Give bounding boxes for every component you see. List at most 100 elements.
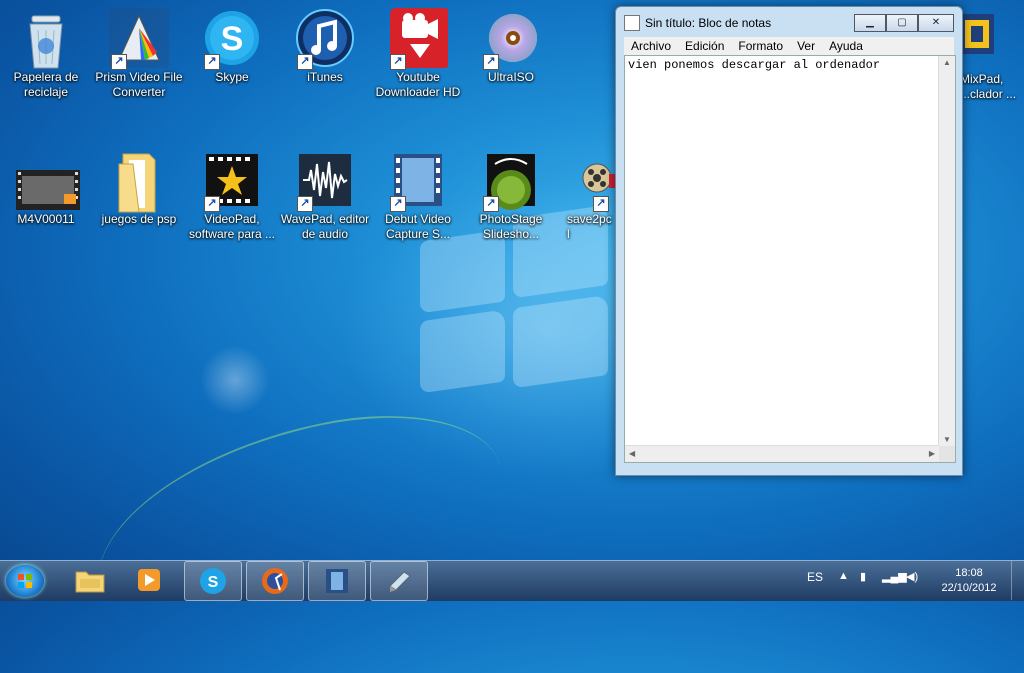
prism-icon: ↗ — [109, 8, 169, 70]
ultraiso-icon: ↗ — [481, 8, 541, 70]
desktop-icon-label: save2pc l — [567, 212, 612, 241]
shortcut-arrow-icon: ↗ — [111, 54, 127, 70]
taskbar-debut[interactable] — [308, 561, 366, 601]
desktop-icon-label: Skype — [215, 70, 249, 84]
shortcut-arrow-icon: ↗ — [483, 54, 499, 70]
notepad-icon — [389, 571, 411, 592]
desktop-icon-label: Debut Video Capture S... — [385, 212, 451, 241]
notepad-icon — [624, 15, 640, 31]
debut-icon: ↗ — [388, 150, 448, 212]
itunes-icon: ↗ — [295, 8, 355, 70]
start-button[interactable] — [6, 565, 44, 597]
network-icon[interactable]: ▂▄▆ — [882, 570, 907, 583]
scroll-down-arrow-icon[interactable]: ▼ — [943, 435, 951, 444]
menu-ver[interactable]: Ver — [790, 37, 822, 55]
desktop-icon-label: Papelera de reciclaje — [13, 70, 79, 99]
tray-show-hidden-icon[interactable]: ▲ — [838, 570, 849, 582]
taskbar-media-player[interactable] — [121, 561, 177, 599]
desktop-icon-ultraiso[interactable]: ↗ UltraISO — [465, 8, 557, 85]
skype-icon: S — [200, 568, 226, 594]
taskbar-notepad[interactable] — [370, 561, 428, 601]
youtube-downloader-icon: ↗ — [388, 8, 450, 70]
videopad-icon: ↗ — [202, 150, 262, 212]
desktop-icon-wavepad[interactable]: ↗ WavePad, editor de audio — [279, 150, 371, 242]
desktop-icon-label: PhotoStage Slidesho... — [479, 212, 543, 241]
taskbar-explorer[interactable] — [62, 561, 118, 599]
editor-text: vien ponemos descargar al ordenador — [628, 58, 881, 72]
svg-text:S: S — [221, 20, 244, 58]
shortcut-arrow-icon: ↗ — [204, 54, 220, 70]
desktop-icon-itunes[interactable]: ↗ iTunes — [279, 8, 371, 85]
scroll-up-arrow-icon[interactable]: ▲ — [943, 58, 951, 67]
wallpaper-swoosh — [73, 388, 527, 673]
desktop-icon-videopad[interactable]: ↗ VideoPad, software para ... — [186, 150, 278, 242]
desktop-icon-prism[interactable]: ↗ Prism Video File Converter — [93, 8, 185, 100]
menu-bar: Archivo Edición Formato Ver Ayuda — [624, 37, 954, 55]
window-title: Sin título: Bloc de notas — [645, 16, 772, 30]
clock-date: 22/10/2012 — [941, 582, 997, 594]
photostage-icon: ↗ — [481, 150, 541, 212]
folder-icon — [75, 571, 105, 593]
desktop-icon-label: MixPad, ...clador ... — [960, 72, 1017, 101]
svg-text:S: S — [208, 574, 219, 591]
desktop-icon-label: Prism Video File Converter — [95, 70, 183, 99]
desktop-icon-save2pc[interactable]: ↗ save2pc l — [555, 150, 619, 242]
desktop-icon-youtube-downloader[interactable]: ↗ Youtube Downloader HD — [372, 8, 464, 100]
minimize-button[interactable]: ▁ — [854, 14, 886, 32]
shortcut-arrow-icon: ↗ — [297, 54, 313, 70]
media-player-icon — [138, 569, 160, 591]
shortcut-arrow-icon: ↗ — [593, 196, 609, 212]
desktop-icon-skype[interactable]: S ↗ Skype — [186, 8, 278, 85]
video-file-icon — [16, 150, 80, 210]
clock-time: 18:08 — [955, 567, 983, 579]
desktop-icon-label: iTunes — [307, 70, 343, 84]
shortcut-arrow-icon: ↗ — [297, 196, 313, 212]
desktop-icon-recycle-bin[interactable]: Papelera de reciclaje — [0, 8, 92, 100]
language-indicator[interactable]: ES — [807, 570, 823, 584]
debut-icon — [326, 569, 348, 593]
notepad-window[interactable]: Sin título: Bloc de notas ▁ ▢ ✕ Archivo … — [615, 6, 963, 476]
taskbar-firefox[interactable] — [246, 561, 304, 601]
maximize-button[interactable]: ▢ — [886, 14, 918, 32]
scroll-left-arrow-icon[interactable]: ◀ — [629, 449, 635, 458]
desktop-icon-label: juegos de psp — [101, 212, 177, 226]
desktop-icon-label: Youtube Downloader HD — [375, 70, 461, 99]
mixpad-icon — [960, 14, 994, 54]
wallpaper-orb — [200, 345, 270, 415]
desktop-icon-m4v00011[interactable]: M4V00011 — [0, 150, 92, 227]
desktop-icon-label: M4V00011 — [17, 212, 75, 226]
desktop-icon-label: UltraISO — [487, 70, 534, 84]
firefox-icon — [262, 568, 288, 594]
close-button[interactable]: ✕ — [918, 14, 954, 32]
menu-archivo[interactable]: Archivo — [624, 37, 678, 55]
shortcut-arrow-icon: ↗ — [390, 54, 406, 70]
volume-icon[interactable]: ◀) — [906, 570, 918, 583]
battery-icon[interactable]: ▮ — [860, 570, 866, 583]
shortcut-arrow-icon: ↗ — [483, 196, 499, 212]
desktop-icon-photostage[interactable]: ↗ PhotoStage Slidesho... — [465, 150, 557, 242]
windows-flag-icon — [18, 574, 32, 588]
menu-ayuda[interactable]: Ayuda — [822, 37, 870, 55]
desktop-icon-debut[interactable]: ↗ Debut Video Capture S... — [372, 150, 464, 242]
scrollbar-corner — [939, 446, 955, 462]
window-title-bar[interactable]: Sin título: Bloc de notas — [624, 15, 771, 31]
menu-formato[interactable]: Formato — [731, 37, 790, 55]
system-clock[interactable]: 18:08 22/10/2012 — [930, 566, 1008, 596]
horizontal-scrollbar[interactable]: ◀ ▶ — [625, 445, 939, 462]
folder-icon — [109, 150, 169, 213]
taskbar-skype[interactable]: S — [184, 561, 242, 601]
window-controls: ▁ ▢ ✕ — [854, 14, 954, 32]
skype-icon: S ↗ — [202, 8, 262, 70]
show-desktop-button[interactable] — [1011, 561, 1024, 600]
desktop-icon-label: WavePad, editor de audio — [280, 212, 370, 241]
menu-edicion[interactable]: Edición — [678, 37, 731, 55]
scroll-right-arrow-icon[interactable]: ▶ — [929, 449, 935, 458]
recycle-bin-icon — [16, 8, 76, 69]
desktop-icon-label: VideoPad, software para ... — [188, 212, 276, 241]
wavepad-icon: ↗ — [295, 150, 355, 212]
text-editor-area[interactable]: vien ponemos descargar al ordenador ▲ ▼ … — [624, 55, 956, 463]
desktop-icon-juegos-de-psp[interactable]: juegos de psp — [93, 150, 185, 227]
vertical-scrollbar[interactable]: ▲ ▼ — [938, 56, 955, 446]
shortcut-arrow-icon: ↗ — [390, 196, 406, 212]
shortcut-arrow-icon: ↗ — [204, 196, 220, 212]
